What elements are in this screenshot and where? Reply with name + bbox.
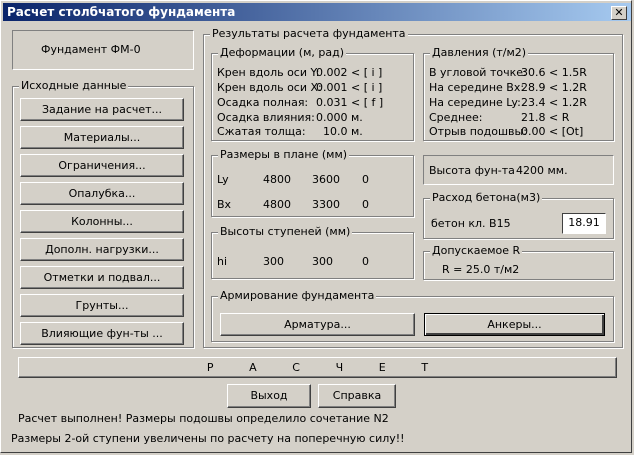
deformations-legend: Деформации (м, рад) [218,46,347,59]
help-button[interactable]: Справка [318,384,396,408]
calculate-letter: С [292,360,300,374]
plan-row-label: Bx [217,198,232,211]
deform-label: Сжатая толща: [217,125,306,138]
armature-button[interactable]: Арматура... [220,313,415,336]
title-bar[interactable]: Расчет столбчатого фундамента ✕ [3,3,631,21]
deform-value: 0.000 м. [316,111,363,124]
foundation-height-label: Высота фун-та [429,164,515,177]
results-legend: Результаты расчета фундамента [210,27,408,40]
plan-value: 4800 [263,198,291,211]
plan-sizes-legend: Размеры в плане (мм) [218,148,350,161]
calculate-letter: А [249,360,257,374]
deform-value: 10.0 м. [323,125,363,138]
pressure-label: В угловой точке: [429,66,527,79]
plan-value: 3300 [312,198,340,211]
calculate-button[interactable]: Р А С Ч Е Т [18,357,617,378]
deform-value: 0.001 < [ i ] [316,81,383,94]
main-window: Расчет столбчатого фундамента ✕ Фундамен… [0,0,632,453]
pressure-label: Среднее: [429,111,483,124]
step-height-value: 0 [362,255,369,268]
levels-basement-button[interactable]: Отметки и подвал... [20,266,184,289]
calculate-letter: Е [378,360,386,374]
soils-button[interactable]: Грунты... [20,294,184,317]
plan-value: 3600 [312,173,340,186]
input-data-legend: Исходные данные [19,79,129,92]
pressure-label: Отрыв подошвы: [429,125,527,138]
constraints-button[interactable]: Ограничения... [20,154,184,177]
plan-row-label: Ly [217,173,229,186]
extra-loads-button[interactable]: Дополн. нагрузки... [20,238,184,261]
pressure-value: 23.4 < 1.2R [521,96,587,109]
concrete-volume-field[interactable]: 18.91 [562,213,606,234]
foundation-name: Фундамент ФМ-0 [41,43,141,56]
deform-label: Осадка полная: [217,96,309,109]
pressures-legend: Давления (т/м2) [430,46,529,59]
step-height-value: 300 [312,255,333,268]
anchors-button[interactable]: Анкеры... [424,313,605,336]
calculate-letter: Ч [335,360,344,374]
calculate-letter: Р [206,360,214,374]
pressure-value: 28.9 < 1.2R [521,81,587,94]
materials-button[interactable]: Материалы... [20,126,184,149]
pressure-label: На середине Ly: [429,96,521,109]
window-title: Расчет столбчатого фундамента [7,5,236,19]
pressure-label: На середине Bx: [429,81,525,94]
influencing-foundations-button[interactable]: Влияющие фун-ты ... [20,322,184,345]
foundation-name-box: Фундамент ФМ-0 [12,30,194,70]
status-message: Размеры 2-ой ступени увеличены по расчет… [11,432,405,445]
concrete-class-label: бетон кл. B15 [431,217,511,230]
step-heights-label: hi [217,255,228,268]
deform-label: Крен вдоль оси X: [217,81,322,94]
status-message: Расчет выполнен! Размеры подошвы определ… [18,412,389,425]
calculate-label: Р А С Ч Е Т [19,358,616,377]
pressure-value: 21.8 < R [521,111,570,124]
pressure-value: 0.00 < [Ot] [521,125,584,138]
deform-value: 0.002 < [ i ] [316,66,383,79]
reinforcement-legend: Армирование фундамента [218,289,377,302]
exit-button[interactable]: Выход [227,384,311,408]
deform-label: Осадка влияния: [217,111,315,124]
step-heights-legend: Высоты ступеней (мм) [218,225,353,238]
close-button[interactable]: ✕ [611,6,627,20]
step-height-value: 300 [263,255,284,268]
concrete-legend: Расход бетона(м3) [430,191,543,204]
allowable-r-legend: Допускаемое R [430,244,523,257]
deform-label: Крен вдоль оси Y: [217,66,320,79]
plan-value: 0 [362,173,369,186]
foundation-height-value: 4200 мм. [516,164,568,177]
deform-value: 0.031 < [ f ] [316,96,384,109]
foundation-height-box: Высота фун-та 4200 мм. [423,155,614,185]
allowable-r-value: R = 25.0 т/м2 [442,263,520,276]
plan-value: 4800 [263,173,291,186]
task-button[interactable]: Задание на расчет... [20,98,184,121]
columns-button[interactable]: Колонны... [20,210,184,233]
pressure-value: 30.6 < 1.5R [521,66,587,79]
plan-value: 0 [362,198,369,211]
calculate-letter: Т [421,360,429,374]
formwork-button[interactable]: Опалубка... [20,182,184,205]
